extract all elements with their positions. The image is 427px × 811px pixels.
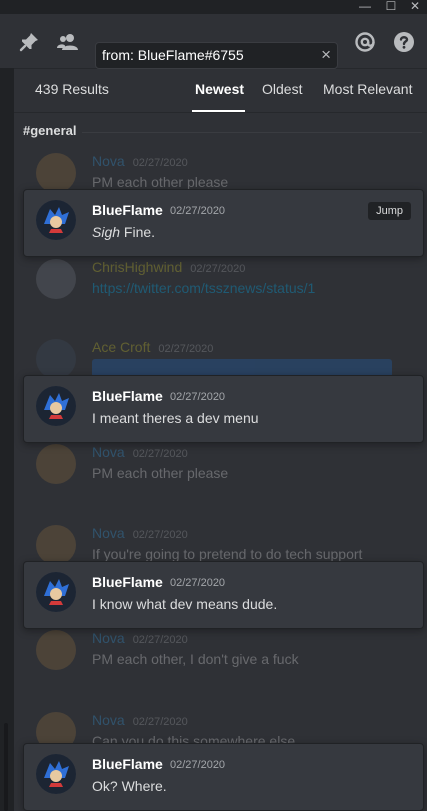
search-query[interactable]: from: BlueFlame#6755	[102, 47, 244, 63]
search-result-card[interactable]: BlueFlame 02/27/2020 Sigh Fine. Jump	[23, 189, 424, 257]
context-message: Nova 02/27/2020 PM each other, I don't gi…	[14, 630, 427, 670]
avatar[interactable]	[36, 572, 76, 612]
results-count: 439 Results	[35, 81, 109, 97]
chat-area-edge	[0, 68, 14, 811]
channel-name[interactable]: #general	[23, 123, 76, 138]
pin-icon[interactable]	[17, 30, 41, 54]
username: Nova 02/27/2020	[92, 630, 188, 646]
username: Nova 02/27/2020	[92, 153, 188, 169]
search-result-card[interactable]: BlueFlame 02/27/2020 Ok? Where.	[23, 743, 424, 811]
context-message: Ace Croft 02/27/2020	[14, 339, 427, 379]
message-text: PM each other, I don't give a fuck	[92, 651, 299, 667]
divider	[82, 132, 422, 133]
username[interactable]: BlueFlame	[92, 756, 163, 772]
maximize-button[interactable]: ☐	[380, 0, 402, 14]
avatar	[36, 153, 76, 193]
context-message: Nova 02/27/2020 PM each other please	[14, 444, 427, 484]
search-result-card[interactable]: BlueFlame 02/27/2020 I meant theres a de…	[23, 375, 424, 443]
message-text: PM each other please	[92, 174, 229, 190]
members-icon[interactable]	[56, 30, 80, 54]
tab-newest[interactable]: Newest	[195, 81, 244, 97]
message-text: Sigh Fine.	[92, 224, 156, 240]
divider	[14, 112, 427, 113]
avatar	[36, 259, 76, 299]
search-results-panel: 439 Results Newest Oldest Most Relevant …	[14, 69, 427, 811]
username[interactable]: BlueFlame	[92, 202, 163, 218]
avatar	[36, 444, 76, 484]
window-titlebar: — ☐ ✕	[0, 0, 427, 14]
username: Nova 02/27/2020	[92, 444, 188, 460]
avatar[interactable]	[36, 386, 76, 426]
tab-most-relevant[interactable]: Most Relevant	[323, 81, 412, 97]
message-text: If you're going to pretend to do tech su…	[92, 546, 363, 562]
avatar[interactable]	[36, 754, 76, 794]
username: ChrisHighwind 02/27/2020	[92, 259, 246, 275]
avatar	[36, 339, 76, 379]
message-text: I know what dev means dude.	[92, 596, 278, 612]
tab-oldest[interactable]: Oldest	[262, 81, 302, 97]
message-text: Ok? Where.	[92, 778, 167, 794]
search-input[interactable]: from: BlueFlame#6755 ×	[95, 42, 338, 69]
minimize-button[interactable]: —	[354, 0, 376, 14]
clear-search-icon[interactable]: ×	[321, 45, 331, 65]
context-message: ChrisHighwind 02/27/2020 https://twitter.…	[14, 259, 427, 299]
avatar[interactable]	[36, 200, 76, 240]
jump-button[interactable]: Jump	[368, 202, 411, 220]
username[interactable]: BlueFlame	[92, 574, 163, 590]
timestamp: 02/27/2020	[170, 391, 226, 403]
timestamp: 02/27/2020	[170, 205, 226, 217]
username: Ace Croft 02/27/2020	[92, 339, 214, 355]
message-link: https://twitter.com/tssznews/status/1	[92, 280, 316, 296]
search-result-card[interactable]: BlueFlame 02/27/2020 I know what dev mea…	[23, 561, 424, 629]
context-message: Nova 02/27/2020 PM each other please	[14, 153, 427, 193]
channel-header: from: BlueFlame#6755 ×	[0, 14, 427, 69]
username[interactable]: BlueFlame	[92, 388, 163, 404]
message-text: PM each other please	[92, 465, 229, 481]
message-text: I meant theres a dev menu	[92, 410, 259, 426]
help-icon[interactable]	[392, 30, 416, 54]
close-window-button[interactable]: ✕	[404, 0, 426, 14]
username: Nova 02/27/2020	[92, 712, 188, 728]
scrollbar[interactable]	[4, 723, 8, 811]
mention-icon[interactable]	[353, 30, 377, 54]
avatar	[36, 525, 76, 565]
timestamp: 02/27/2020	[170, 759, 226, 771]
avatar	[36, 630, 76, 670]
username: Nova 02/27/2020	[92, 525, 188, 541]
timestamp: 02/27/2020	[170, 577, 226, 589]
context-message: Nova 02/27/2020 If you're going to preten…	[14, 525, 427, 565]
